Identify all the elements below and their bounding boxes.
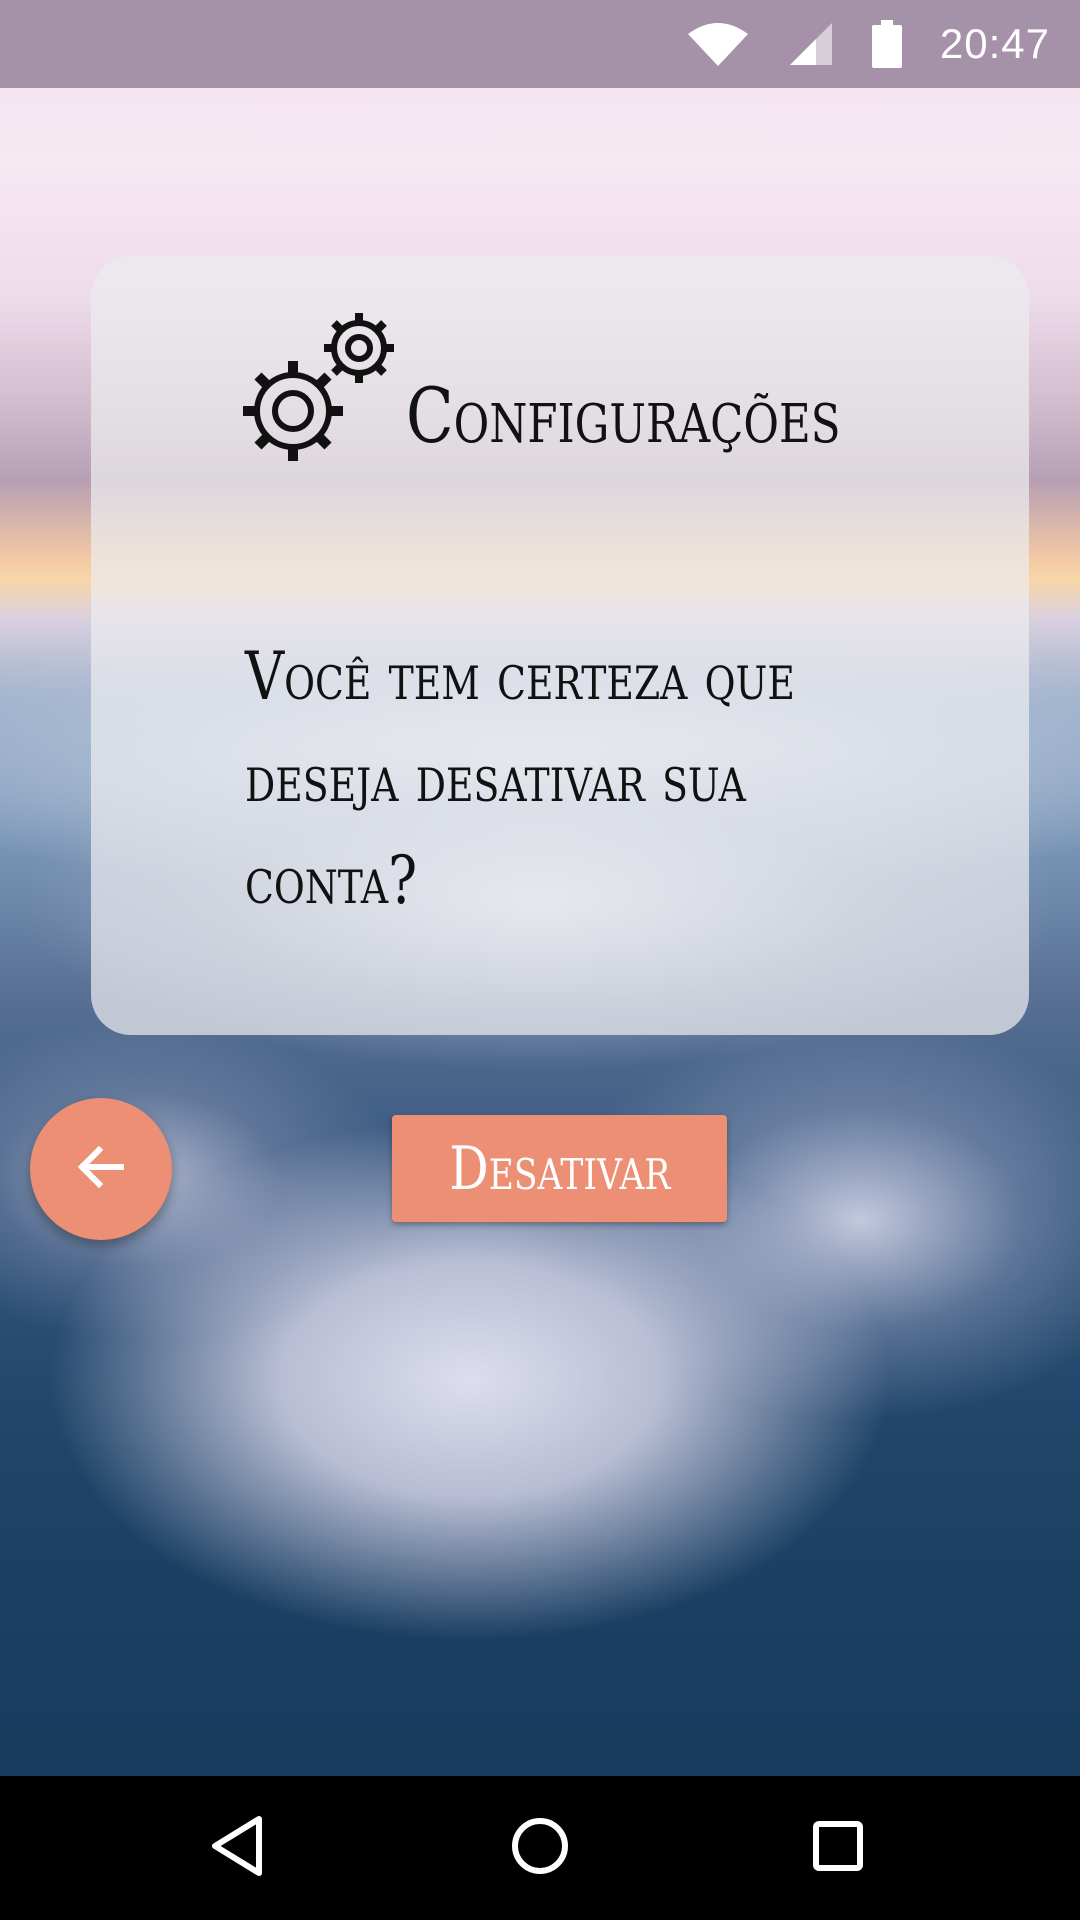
navigation-bar [0, 1776, 1080, 1920]
nav-home-icon [510, 1816, 570, 1881]
wifi-icon [686, 20, 750, 68]
nav-back-icon [209, 1815, 265, 1882]
status-bar: 20:47 [0, 0, 1080, 88]
confirmation-message: Você tem certeza que deseja desativar su… [245, 638, 795, 919]
cellular-signal-icon [788, 21, 834, 67]
status-icons: 20:47 [686, 0, 1050, 88]
status-time: 20:47 [939, 20, 1050, 67]
back-button[interactable] [30, 1098, 172, 1240]
arrow-back-icon [77, 1145, 125, 1194]
card-header: Configurações [241, 308, 936, 468]
gears-icon [241, 308, 406, 468]
deactivate-button[interactable]: Desativar [392, 1115, 727, 1222]
deactivate-button-label: Desativar [448, 1133, 671, 1204]
battery-icon [871, 20, 902, 68]
nav-recents-icon [812, 1820, 864, 1877]
page-title: Configurações [406, 371, 841, 460]
nav-back-button[interactable] [157, 1776, 317, 1920]
nav-recents-button[interactable] [758, 1776, 918, 1920]
settings-card: Configurações Você tem certeza que desej… [91, 256, 1029, 1035]
nav-home-button[interactable] [460, 1776, 620, 1920]
